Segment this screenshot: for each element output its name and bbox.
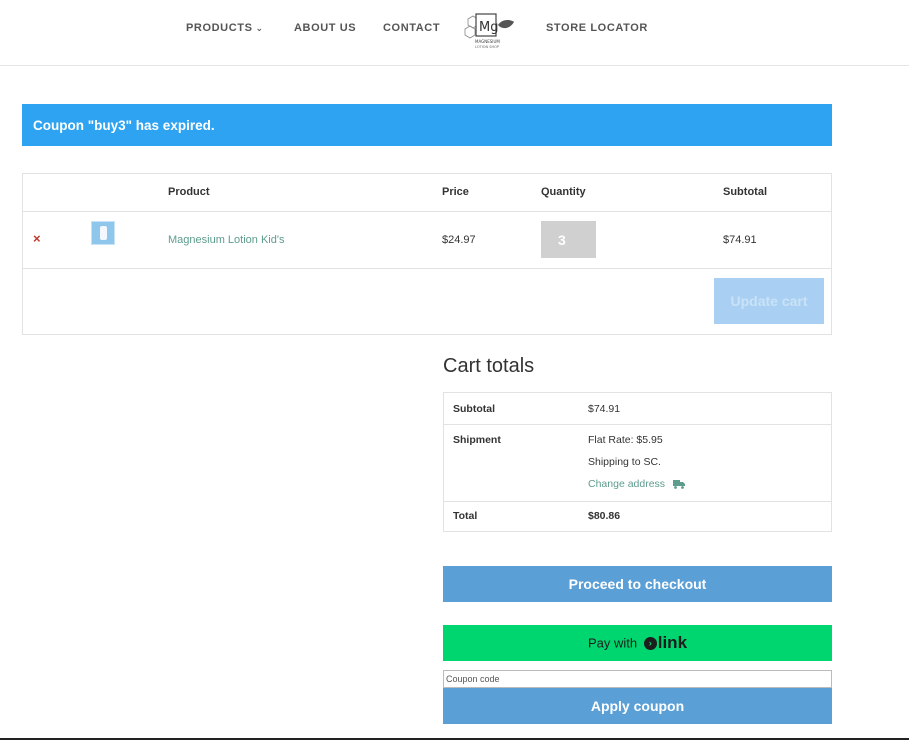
nav-contact[interactable]: CONTACT <box>383 22 440 34</box>
logo-line2: LOTION SHOP <box>475 45 499 49</box>
product-price: $24.97 <box>442 234 476 246</box>
header-price: Price <box>442 186 469 198</box>
quantity-input[interactable] <box>541 221 596 258</box>
nav-about-us[interactable]: ABOUT US <box>294 22 356 34</box>
chevron-down-icon: ⌄ <box>255 23 264 33</box>
row-divider <box>23 211 831 212</box>
header-subtotal: Subtotal <box>723 186 767 198</box>
header-quantity: Quantity <box>541 186 586 198</box>
total-label: Total <box>453 510 478 522</box>
change-address-link[interactable]: Change address <box>588 478 685 490</box>
link-wordmark: link <box>657 633 688 652</box>
shipping-destination: Shipping to SC. <box>588 456 661 468</box>
site-header: PRODUCTS ⌄ ABOUT US CONTACT Mg MAGNESIUM … <box>0 0 909 66</box>
pay-with-link-button[interactable]: Pay with › link <box>443 625 832 661</box>
change-address-label: Change address <box>588 478 666 490</box>
nav-store-locator[interactable]: STORE LOCATOR <box>546 22 648 34</box>
product-subtotal: $74.91 <box>723 234 757 246</box>
totals-divider <box>444 501 831 502</box>
subtotal-label: Subtotal <box>453 403 495 415</box>
link-logo: › link <box>643 633 688 653</box>
row-divider <box>23 268 831 269</box>
nav-products[interactable]: PRODUCTS ⌄ <box>186 22 264 34</box>
product-thumbnail[interactable] <box>91 221 115 245</box>
proceed-to-checkout-button[interactable]: Proceed to checkout <box>443 566 832 602</box>
cart-table: Product Price Quantity Subtotal × Magnes… <box>22 173 832 335</box>
subtotal-value: $74.91 <box>588 403 621 415</box>
cart-totals-title: Cart totals <box>443 355 535 377</box>
apply-coupon-button[interactable]: Apply coupon <box>443 688 832 724</box>
logo-line1: MAGNESIUM <box>475 39 500 44</box>
nav-products-label: PRODUCTS <box>186 22 253 34</box>
cart-totals-table: Subtotal $74.91 Shipment Flat Rate: $5.9… <box>443 392 832 532</box>
header-product: Product <box>168 186 210 198</box>
totals-divider <box>444 424 831 425</box>
site-logo[interactable]: Mg MAGNESIUM LOTION SHOP <box>462 9 518 53</box>
shipment-label: Shipment <box>453 434 501 446</box>
pay-with-label: Pay with <box>587 635 638 651</box>
product-name-link[interactable]: Magnesium Lotion Kid's <box>168 234 284 246</box>
shipping-rate: Flat Rate: $5.95 <box>588 434 663 446</box>
truck-icon <box>672 479 685 489</box>
coupon-expired-notice: Coupon "buy3" has expired. <box>22 104 832 146</box>
total-value: $80.86 <box>588 510 621 522</box>
logo-symbol: Mg <box>479 20 498 35</box>
coupon-code-input[interactable] <box>443 670 832 688</box>
chevron-right-icon: › <box>643 636 657 650</box>
update-cart-button[interactable]: Update cart <box>714 278 824 324</box>
remove-item-icon[interactable]: × <box>33 231 41 246</box>
